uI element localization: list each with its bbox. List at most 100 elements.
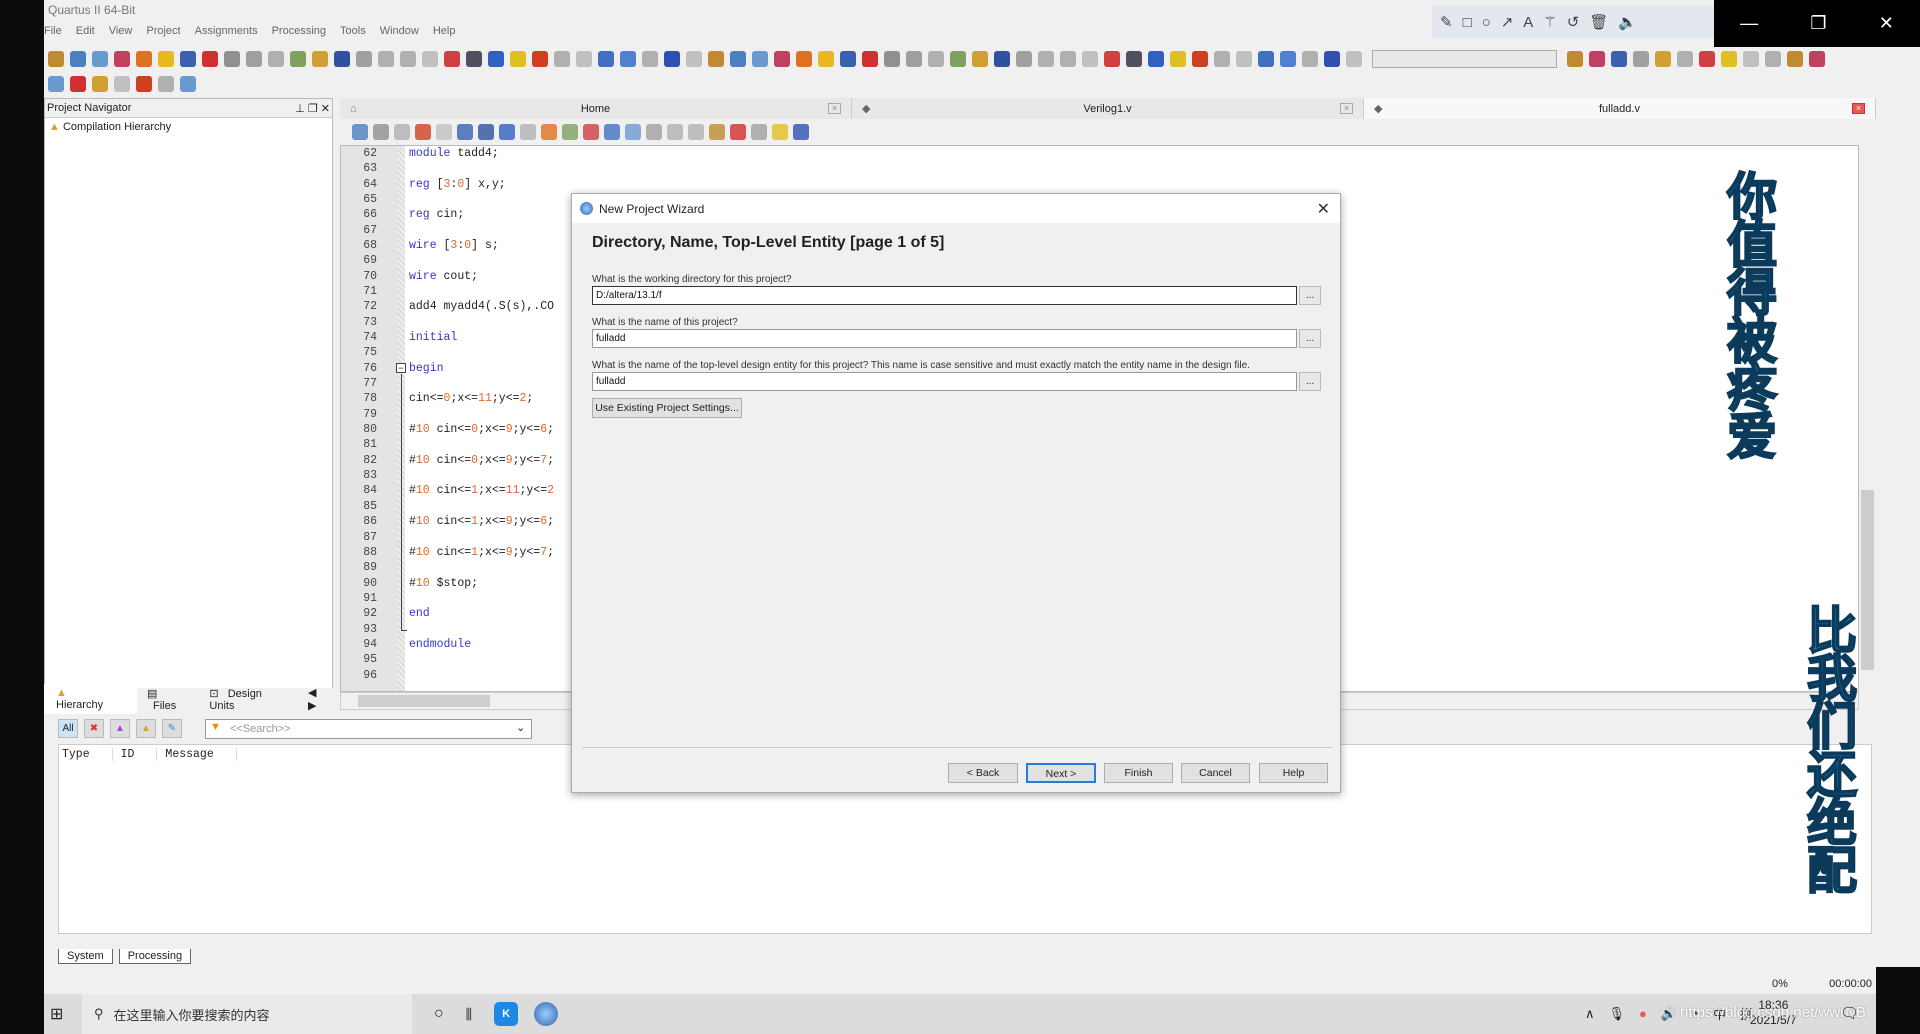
toolbar-icon[interactable] [1346,51,1362,67]
tab-files[interactable]: ▤ Files [141,684,199,715]
editor-toolbar-icon[interactable] [436,124,452,140]
toolbar-icon[interactable] [620,51,636,67]
menu-assignments[interactable]: Assignments [195,25,258,42]
toolbar-icon[interactable] [906,51,922,67]
back-button[interactable]: < Back [948,763,1018,783]
tab-home[interactable]: ⌂ Home × [340,98,852,119]
toolbar-icon[interactable] [444,51,460,67]
toolbar-icon[interactable] [994,51,1010,67]
horizontal-scroll-thumb[interactable] [358,695,490,707]
arrow-icon[interactable]: ↗ [1501,13,1514,31]
menu-edit[interactable]: Edit [76,25,95,42]
pencil-icon[interactable]: ✎ [1440,13,1453,31]
toolbar-icon[interactable] [972,51,988,67]
speaker-icon[interactable]: 🔈 [1618,13,1637,31]
toolbar-icon[interactable] [664,51,680,67]
toolbar-icon[interactable] [268,51,284,67]
editor-toolbar-icon[interactable] [457,124,473,140]
toolbar-icon[interactable] [488,51,504,67]
editor-toolbar-icon[interactable] [415,124,431,140]
toolbar-icon[interactable] [1082,51,1098,67]
editor-toolbar-icon[interactable] [583,124,599,140]
toolbar-icon[interactable] [884,51,900,67]
close-tab-icon[interactable]: × [1852,103,1865,114]
toolbar-icon[interactable] [1324,51,1340,67]
editor-toolbar-icon[interactable] [478,124,494,140]
close-tab-icon[interactable]: × [1340,103,1353,114]
editor-toolbar-icon[interactable] [625,124,641,140]
toolbar-icon[interactable] [1192,51,1208,67]
editor-toolbar-icon[interactable] [604,124,620,140]
filter-all-button[interactable]: All [58,719,78,738]
editor-toolbar-icon[interactable] [709,124,725,140]
restore-icon[interactable]: ❐ [1810,13,1826,34]
toolbar-icon[interactable] [114,51,130,67]
editor-toolbar-icon[interactable] [394,124,410,140]
toolbar-icon[interactable] [1126,51,1142,67]
toolbar-icon[interactable] [92,76,108,92]
toolbar-icon[interactable] [136,51,152,67]
tab-verilog1-v[interactable]: ◆ Verilog1.v × [852,98,1364,119]
toolbar-dropdown[interactable] [1372,50,1557,68]
toolbar-icon[interactable] [202,51,218,67]
cortana-icon[interactable]: ○ [434,1005,444,1023]
undo-icon[interactable]: ↺ [1567,13,1580,31]
editor-toolbar-icon[interactable] [751,124,767,140]
editor-toolbar-icon[interactable] [499,124,515,140]
minimize-icon[interactable]: — [1740,13,1758,34]
top-level-entity-input[interactable]: fulladd [592,372,1297,391]
toolbar-icon[interactable] [158,51,174,67]
editor-toolbar-icon[interactable] [793,124,809,140]
toolbar-icon[interactable] [1104,51,1120,67]
tab-system[interactable]: System [58,949,113,964]
toolbar-icon[interactable] [1236,51,1252,67]
quartus-app-icon[interactable] [534,1002,559,1026]
editor-toolbar-icon[interactable] [352,124,368,140]
toolbar-icon[interactable] [1787,51,1803,67]
menu-processing[interactable]: Processing [272,25,326,42]
menu-tools[interactable]: Tools [340,25,366,42]
toolbar-icon[interactable] [686,51,702,67]
toolbar-icon[interactable] [246,51,262,67]
cancel-button[interactable]: Cancel [1181,763,1250,783]
editor-toolbar-icon[interactable] [646,124,662,140]
toolbar-icon[interactable] [422,51,438,67]
toolbar-icon[interactable] [1148,51,1164,67]
close-tab-icon[interactable]: × [828,103,841,114]
editor-toolbar-icon[interactable] [373,124,389,140]
next-button[interactable]: Next > [1026,763,1096,783]
toolbar-icon[interactable] [1677,51,1693,67]
toolbar-icon[interactable] [532,51,548,67]
toolbar-icon[interactable] [1214,51,1230,67]
toolbar-icon[interactable] [840,51,856,67]
toolbar-icon[interactable] [224,51,240,67]
toolbar-icon[interactable] [1809,51,1825,67]
toolbar-icon[interactable] [1302,51,1318,67]
browse-directory-button[interactable]: ... [1299,286,1321,305]
toolbar-icon[interactable] [378,51,394,67]
toolbar-icon[interactable] [1743,51,1759,67]
toolbar-icon[interactable] [70,51,86,67]
pin-close-icons[interactable]: ⊥ ❐ ✕ [295,102,330,115]
rectangle-icon[interactable]: □ [1463,14,1472,31]
toolbar-icon[interactable] [180,51,196,67]
toolbar-icon[interactable] [796,51,812,67]
menu-help[interactable]: Help [433,25,456,42]
circle-icon[interactable]: ○ [1482,14,1491,31]
trash-icon[interactable]: 🗑 [1589,13,1608,31]
toolbar-icon[interactable] [642,51,658,67]
error-filter-icon[interactable]: ✖ [84,719,104,738]
toolbar-icon[interactable] [334,51,350,67]
toolbar-icon[interactable] [554,51,570,67]
editor-toolbar-icon[interactable] [772,124,788,140]
toolbar-icon[interactable] [114,76,130,92]
editor-toolbar-icon[interactable] [667,124,683,140]
project-name-input[interactable]: fulladd [592,329,1297,348]
toolbar-icon[interactable] [180,76,196,92]
compilation-hierarchy-item[interactable]: ▲ Compilation Hierarchy [45,118,332,136]
toolbar-icon[interactable] [356,51,372,67]
speaker-icon[interactable]: 🔊 [1661,1006,1677,1022]
toolbar-icon[interactable] [400,51,416,67]
menu-file[interactable]: File [44,25,62,42]
critical-warning-filter-icon[interactable]: ▲ [110,719,130,738]
